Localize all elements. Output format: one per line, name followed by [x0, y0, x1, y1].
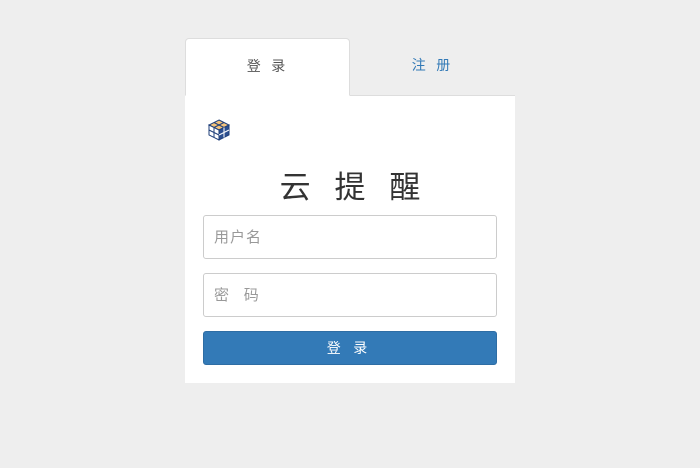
password-input[interactable] — [203, 273, 497, 317]
cube-logo-icon — [207, 118, 231, 142]
tab-register[interactable]: 注 册 — [350, 38, 515, 95]
login-panel: 登 录 注 册 云 提 醒 登 录 — [185, 38, 515, 383]
app-title: 云 提 醒 — [279, 170, 428, 206]
username-input[interactable] — [203, 215, 497, 259]
login-button[interactable]: 登 录 — [203, 331, 497, 365]
login-page: 登 录 注 册 云 提 醒 登 录 — [0, 0, 700, 468]
login-card: 云 提 醒 登 录 — [185, 96, 515, 383]
auth-tabs: 登 录 注 册 — [185, 38, 515, 96]
tab-login[interactable]: 登 录 — [185, 38, 350, 96]
